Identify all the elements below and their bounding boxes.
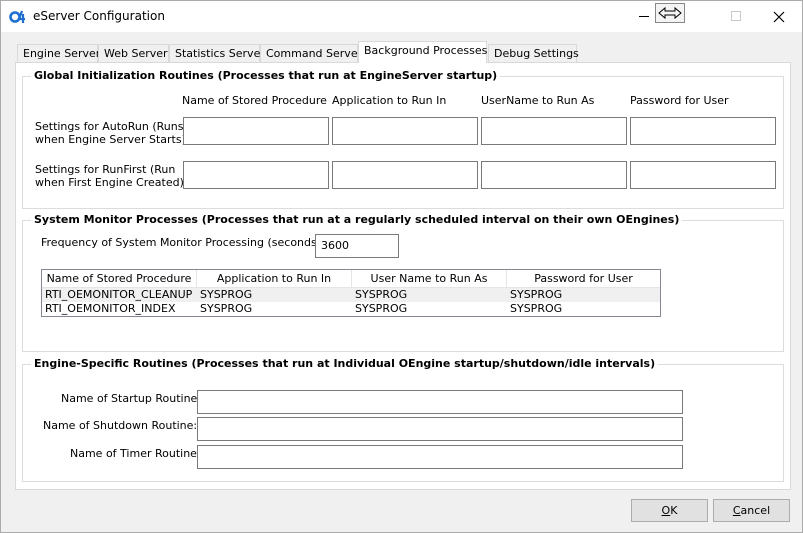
frequency-label: Frequency of System Monitor Processing (… [41,236,325,249]
autorun-user-input[interactable] [481,117,627,145]
tab-background-processes[interactable]: Background Processes [358,41,487,63]
runfirst-app-input[interactable] [332,161,478,189]
col-header-proc: Name of Stored Procedure [182,94,327,107]
table-row[interactable]: RTI_OEMONITOR_INDEX SYSPROG SYSPROG SYSP… [42,302,660,316]
grid-cell-user[interactable]: SYSPROG [352,302,507,316]
grid-cell-password[interactable]: SYSPROG [507,288,660,302]
system-monitor-grid: Name of Stored Procedure Application to … [41,269,661,317]
global-init-title: Global Initialization Routines (Processe… [31,69,501,82]
runfirst-label-line1: Settings for RunFirst (Run [35,163,176,176]
engine-specific-title: Engine-Specific Routines (Processes that… [31,357,659,370]
shutdown-routine-input[interactable] [197,417,683,441]
col-header-password: Password for User [630,94,729,107]
tab-command-server[interactable]: Command Server [260,44,362,63]
grid-header-proc[interactable]: Name of Stored Procedure [42,270,197,288]
tab-debug-settings[interactable]: Debug Settings [488,44,579,63]
autorun-password-input[interactable] [630,117,776,145]
grid-cell-user[interactable]: SYSPROG [352,288,507,302]
grid-cell-app[interactable]: SYSPROG [197,302,352,316]
grid-header-app[interactable]: Application to Run In [197,270,352,288]
grid-cell-proc[interactable]: RTI_OEMONITOR_INDEX [42,302,197,316]
maximize-button[interactable] [713,1,759,32]
minimize-button[interactable] [621,1,667,32]
autorun-proc-input[interactable] [183,117,329,145]
o4-logo-icon [9,10,25,23]
cancel-mnemonic: C [732,504,741,517]
close-icon [773,11,785,23]
autorun-label-line1: Settings for AutoRun (Runs [35,120,184,133]
shutdown-routine-label: Name of Shutdown Routine: [43,419,198,432]
grid-cell-password[interactable]: SYSPROG [507,302,660,316]
autorun-label-line2: when Engine Server Starts): [35,133,190,146]
system-monitor-group: System Monitor Processes (Processes that… [22,213,784,352]
minimize-icon [639,16,649,17]
maximize-icon [731,11,741,21]
timer-routine-label: Name of Timer Routine: [70,447,201,460]
grid-cell-app[interactable]: SYSPROG [197,288,352,302]
runfirst-user-input[interactable] [481,161,627,189]
eserver-config-window: eServer Configuration Engine Server Web … [0,0,803,533]
startup-routine-label: Name of Startup Routine: [61,392,202,405]
grid-cell-proc[interactable]: RTI_OEMONITOR_CLEANUP [42,288,197,302]
title-bar: eServer Configuration [1,1,802,32]
global-init-group: Global Initialization Routines (Processe… [22,69,784,209]
frequency-input[interactable]: 3600 [315,234,399,258]
grid-header-password[interactable]: Password for User [507,270,660,288]
autorun-app-input[interactable] [332,117,478,145]
col-header-user: UserName to Run As [481,94,595,107]
background-processes-panel: Global Initialization Routines (Processe… [15,62,791,490]
engine-specific-group: Engine-Specific Routines (Processes that… [22,357,784,482]
system-monitor-title: System Monitor Processes (Processes that… [31,213,683,226]
grid-header-row: Name of Stored Procedure Application to … [42,270,660,288]
ok-button[interactable]: OK [631,499,708,522]
ok-mnemonic: O [661,504,671,517]
timer-routine-input[interactable] [197,445,683,469]
grid-header-user[interactable]: User Name to Run As [352,270,507,288]
ok-label-rest: K [670,504,678,517]
runfirst-password-input[interactable] [630,161,776,189]
startup-routine-input[interactable] [197,390,683,414]
cancel-button[interactable]: Cancel [713,499,790,522]
runfirst-label-line2: when First Engine Created): [35,176,188,189]
close-button[interactable] [756,1,802,32]
tab-engine-server[interactable]: Engine Server [17,44,100,63]
tab-statistics-server[interactable]: Statistics Server [169,44,265,63]
runfirst-proc-input[interactable] [183,161,329,189]
window-title: eServer Configuration [33,9,165,23]
col-header-app: Application to Run In [332,94,447,107]
cancel-label-rest: ancel [740,504,771,517]
table-row[interactable]: RTI_OEMONITOR_CLEANUP SYSPROG SYSPROG SY… [42,288,660,302]
tab-web-server[interactable]: Web Server [98,44,169,63]
